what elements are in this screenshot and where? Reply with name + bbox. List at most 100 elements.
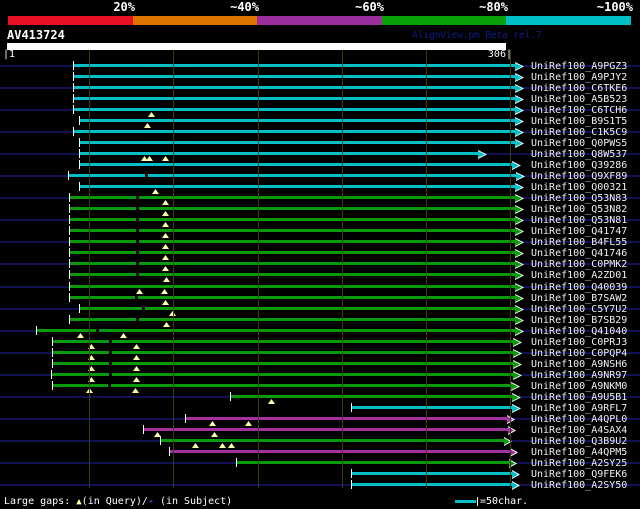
query-gap-triangle-icon [162,233,169,238]
hit-label[interactable]: UniRef100_A4QPM5 [531,447,639,458]
row-start-tick-icon [69,193,70,202]
hit-bar[interactable] [80,119,515,122]
subject-gap-break-icon [136,273,139,276]
hit-label[interactable]: UniRef100_C0PQP4 [531,348,639,359]
hit-label[interactable]: UniRef100_A9PJY2 [531,72,639,83]
hit-label[interactable]: UniRef100_A9PGZ3 [531,61,639,72]
hit-arrow-fill [515,317,522,324]
hit-label[interactable]: UniRef100_A2ZD01 [531,270,639,281]
hit-bar[interactable] [69,174,516,177]
query-gap-triangle-icon [245,421,252,426]
hit-bar[interactable] [144,428,508,431]
hit-label[interactable]: UniRef100_Q41746 [531,248,639,259]
hit-arrow-icon [515,294,524,303]
row-start-tick-icon [79,149,80,158]
hit-bar[interactable] [37,329,515,332]
hit-bar[interactable] [80,307,515,310]
hit-bar[interactable] [186,417,507,420]
hit-arrow-fill [515,272,522,279]
hit-bar[interactable] [80,185,515,188]
hit-arrow-icon [513,360,522,369]
hit-label[interactable]: UniRef100_C0PRJ3 [531,337,639,348]
hit-bar[interactable] [53,340,513,343]
hit-label[interactable]: UniRef100_B9S1T5 [531,116,639,127]
hit-bar[interactable] [161,439,504,442]
hit-label[interactable]: UniRef100_Q53N81 [531,215,639,226]
row-start-tick-icon [79,182,80,191]
hit-label[interactable]: UniRef100_A2SY50 [531,480,639,491]
hit-label[interactable]: UniRef100_Q0PWS5 [531,138,639,149]
hit-label[interactable]: UniRef100_B7SAW2 [531,293,639,304]
query-gap-triangle-icon [163,322,170,327]
hit-label[interactable]: UniRef100_Q41747 [531,226,639,237]
hit-bar[interactable] [80,163,512,166]
hit-bar[interactable] [80,152,478,155]
hit-bar[interactable] [74,86,515,89]
hit-arrow-icon [478,150,487,159]
hit-label[interactable]: UniRef100_A9RFL7 [531,403,639,414]
hit-label[interactable]: UniRef100_Q53N82 [531,204,639,215]
query-gap-triangle-icon [132,388,139,393]
hit-bar[interactable] [74,108,515,111]
hit-bar[interactable] [352,483,512,486]
subject-gap-break-icon [136,262,139,265]
hit-label[interactable]: UniRef100_Q9XF89 [531,171,639,182]
hit-label[interactable]: UniRef100_A2SY25 [531,458,639,469]
query-gap-triangle-icon [162,266,169,271]
hit-bar[interactable] [80,141,515,144]
hit-arrow-icon [512,393,521,402]
hit-arrow-icon [510,448,518,457]
hit-label[interactable]: UniRef100_A9NKM0 [531,381,639,392]
hit-bar[interactable] [53,351,513,354]
row-start-tick-icon [69,248,70,257]
hit-bar[interactable] [231,395,512,398]
hit-label[interactable]: UniRef100_A9NSH6 [531,359,639,370]
hit-label[interactable]: UniRef100_C1K5C9 [531,127,639,138]
hit-label[interactable]: UniRef100_Q9FEK6 [531,469,639,480]
row-start-tick-icon [52,348,53,357]
legend-scale-label: =50char. [480,496,528,508]
query-gap-triangle-icon [162,244,169,249]
subject-gap-break-icon [135,296,138,299]
hit-bar[interactable] [53,362,513,365]
query-gap-triangle-icon [77,333,84,338]
hit-bar[interactable] [52,373,513,376]
hit-label[interactable]: UniRef100_A4SAX4 [531,425,639,436]
query-gap-triangle-icon [120,333,127,338]
gridline [89,50,90,488]
hit-label[interactable]: UniRef100_A5B523 [531,94,639,105]
hit-label[interactable]: UniRef100_Q41040 [531,326,639,337]
hit-bar[interactable] [74,75,515,78]
hit-label[interactable]: UniRef100_A4QPL0 [531,414,639,425]
hit-label[interactable]: UniRef100_Q39286 [531,160,639,171]
hit-bar[interactable] [70,285,515,288]
hit-label[interactable]: UniRef100_A9NR97 [531,370,639,381]
hit-label[interactable]: UniRef100_B7SB29 [531,315,639,326]
hit-bar[interactable] [74,97,515,100]
hit-label[interactable]: UniRef100_Q53N83 [531,193,639,204]
hit-bar[interactable] [237,461,509,464]
hit-arrow-icon [515,205,524,214]
hit-bar[interactable] [74,130,515,133]
hit-label[interactable]: UniRef100_Q3B9U2 [531,436,639,447]
hit-label[interactable]: UniRef100_C6TCH6 [531,105,639,116]
hit-label[interactable]: UniRef100_Q40039 [531,282,639,293]
hit-label[interactable]: UniRef100_A9U5B1 [531,392,639,403]
row-start-tick-icon [79,138,80,147]
hit-bar[interactable] [53,384,511,387]
hit-label[interactable]: UniRef100_Q00321 [531,182,639,193]
hit-label[interactable]: UniRef100_C5Y7U2 [531,304,639,315]
hit-bar[interactable] [352,406,512,409]
hit-label[interactable]: UniRef100_Q8W537 [531,149,639,160]
hit-bar[interactable] [170,450,510,453]
hit-label[interactable]: UniRef100_B4FL55 [531,237,639,248]
row-start-tick-icon [185,414,186,423]
hit-arrow-icon [512,481,520,490]
query-gap-triangle-icon [152,189,159,194]
hit-arrow-fill [515,184,522,191]
hit-bar[interactable] [74,64,515,67]
hit-bar[interactable] [352,472,512,475]
query-gap-triangle-icon [162,222,169,227]
hit-label[interactable]: UniRef100_C6TKE6 [531,83,639,94]
hit-label[interactable]: UniRef100_C0PMK2 [531,259,639,270]
